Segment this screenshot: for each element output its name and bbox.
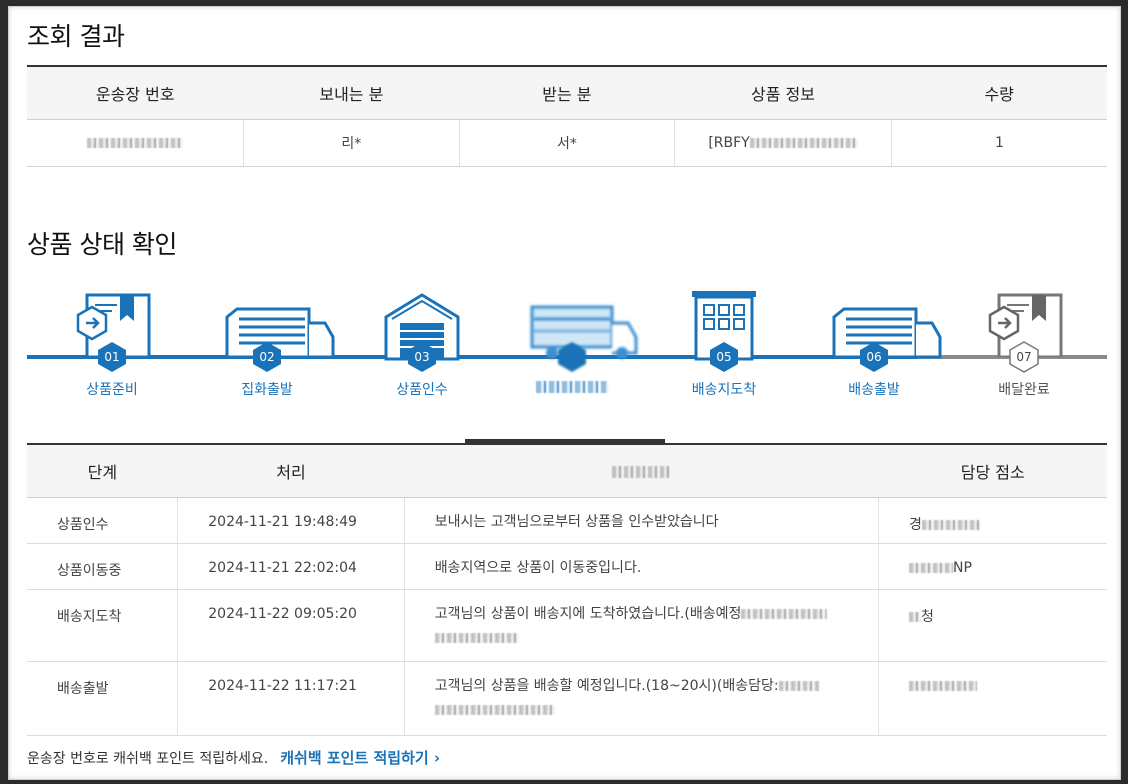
- quantity-cell: 1: [890, 119, 1107, 167]
- time-cell: 2024-11-21 19:48:49: [177, 497, 405, 544]
- redacted-product-name: [749, 138, 858, 148]
- sender-cell: 리*: [243, 119, 460, 167]
- step-2: 02 집화출발: [192, 287, 342, 407]
- step-label: 배송지도착: [691, 382, 757, 398]
- tracking-number-cell: [27, 119, 244, 167]
- step-number-badge: [557, 341, 587, 373]
- table-row: 상품인수 2024-11-21 19:48:49 보내시는 고객님으로부터 상품…: [27, 497, 1107, 544]
- step-7: 07 배달완료: [949, 287, 1099, 407]
- office-cell: 청: [877, 589, 1107, 662]
- step-label: 집화출발: [241, 382, 293, 398]
- step-label: 배달완료: [998, 382, 1050, 398]
- desc-cell: 배송지역으로 상품이 이동중입니다.: [403, 543, 879, 590]
- step-label: [497, 379, 647, 395]
- desc-cell: 고객님의 상품이 배송지에 도착하였습니다.(배송예정: [403, 589, 879, 662]
- col-quantity: 수량: [891, 65, 1107, 120]
- step-1: 01 상품준비: [37, 287, 187, 407]
- step-number-badge: 02: [252, 341, 282, 373]
- step-6: 06 배송출발: [799, 287, 949, 407]
- stage-cell: 상품이동중: [27, 543, 178, 590]
- cashback-footer: 운송장 번호로 캐쉬백 포인트 적립하세요. 캐쉬백 포인트 적립하기 ›: [27, 747, 440, 768]
- stage-cell: 배송출발: [27, 661, 178, 736]
- col-product-info: 상품 정보: [674, 65, 892, 120]
- table-row: 배송출발 2024-11-22 11:17:21 고객님의 상품을 배송할 예정…: [27, 661, 1107, 736]
- receiver-cell: 서*: [458, 119, 675, 167]
- time-cell: 2024-11-22 11:17:21: [177, 661, 405, 736]
- step-4: [497, 287, 647, 407]
- col-detail: [404, 445, 879, 498]
- col-receiver: 받는 분: [459, 65, 675, 120]
- tracking-panel: 조회 결과 운송장 번호 보내는 분 받는 분 상품 정보 수량 리* 서* […: [8, 6, 1121, 780]
- step-number-badge: 01: [97, 341, 127, 373]
- step-number-badge: 05: [709, 341, 739, 373]
- cashback-link[interactable]: 캐쉬백 포인트 적립하기 ›: [280, 749, 440, 767]
- result-table: 운송장 번호 보내는 분 받는 분 상품 정보 수량 리* 서* [RBFY 1: [27, 65, 1107, 167]
- history-tab-active[interactable]: [465, 439, 665, 443]
- step-5: 05 배송지도착: [649, 287, 799, 407]
- cashback-text: 운송장 번호로 캐쉬백 포인트 적립하세요.: [27, 751, 269, 767]
- step-label: 상품준비: [86, 382, 138, 398]
- col-office: 담당 점소: [878, 445, 1107, 498]
- product-prefix: [RBFY: [708, 135, 750, 151]
- desc-cell: 고객님의 상품을 배송할 예정입니다.(18~20시)(배송담당:: [403, 661, 879, 736]
- result-title: 조회 결과: [27, 22, 125, 51]
- time-cell: 2024-11-21 22:02:04: [177, 543, 405, 590]
- step-number-badge: 07: [1009, 341, 1039, 373]
- redacted-tracking-number: [87, 138, 184, 148]
- table-row: 상품이동중 2024-11-21 22:02:04 배송지역으로 상품이 이동중…: [27, 543, 1107, 590]
- col-time: 처리: [177, 445, 405, 498]
- result-row: 리* 서* [RBFY 1: [27, 119, 1107, 167]
- desc-cell: 보내시는 고객님으로부터 상품을 인수받았습니다: [403, 497, 879, 544]
- office-cell: 경: [877, 497, 1107, 544]
- col-tracking-number: 운송장 번호: [27, 65, 244, 120]
- history-table: 단계 처리 담당 점소 상품인수 2024-11-21 19:48:49 보내시…: [27, 445, 1107, 736]
- step-label: 상품인수: [396, 382, 448, 398]
- office-cell: [877, 661, 1107, 736]
- status-progress: 01 상품준비 02 집화출발 03 상품인수 05 배송지도착 06 배송출발…: [27, 287, 1107, 407]
- step-number-badge: 06: [859, 341, 889, 373]
- stage-cell: 상품인수: [27, 497, 178, 544]
- step-label: 배송출발: [848, 382, 900, 398]
- office-cell: NP: [877, 543, 1107, 590]
- stage-cell: 배송지도착: [27, 589, 178, 662]
- time-cell: 2024-11-22 09:05:20: [177, 589, 405, 662]
- step-number-badge: 03: [407, 341, 437, 373]
- status-title: 상품 상태 확인: [27, 230, 177, 259]
- col-stage: 단계: [27, 445, 178, 498]
- product-info-cell: [RBFY: [674, 119, 892, 167]
- col-sender: 보내는 분: [243, 65, 460, 120]
- table-row: 배송지도착 2024-11-22 09:05:20 고객님의 상품이 배송지에 …: [27, 589, 1107, 662]
- step-3: 03 상품인수: [347, 287, 497, 407]
